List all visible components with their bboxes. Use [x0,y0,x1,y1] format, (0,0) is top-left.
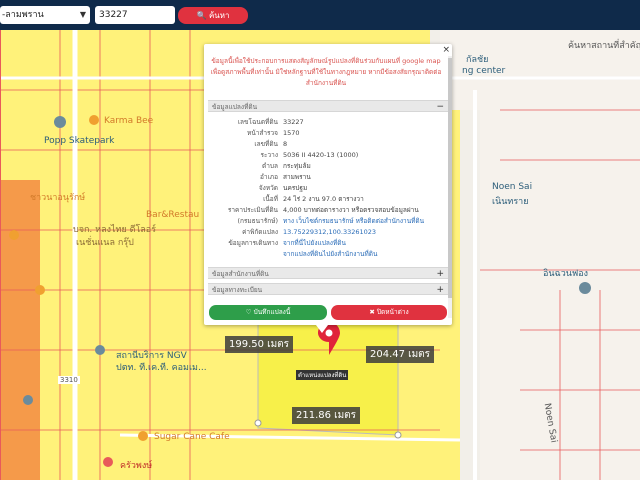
search-icon: 🔍 [196,11,207,20]
info-row: เลขที่ดิน 8 [208,139,448,149]
section-registry-title: ข้อมูลทางทะเบียน [212,286,263,294]
info-key: ระวาง [260,151,278,159]
info-row: จากแปลงที่ดินไปยังสำนักงานที่ดิน [208,249,448,259]
section-parcel-header[interactable]: ข้อมูลแปลงที่ดิน − [208,100,448,112]
poi-pin-karma[interactable] [89,115,99,125]
close-icon[interactable]: × [442,45,450,55]
poi-pin-restaurant[interactable] [103,457,113,467]
info-key: จังหวัด [258,184,278,192]
chevron-down-icon: ▼ [79,10,86,19]
zone-orange [0,180,40,480]
poi-label: เนินทราย [492,197,529,207]
parcel-vertex[interactable] [394,431,402,439]
poi-label: บจก. หลงไทย ดีโลอร์ [73,225,157,235]
treasury-link[interactable]: ทาง เว็บไซต์กรมธนารักษ์ หรือติดต่อสำนักง… [283,216,424,226]
info-value: สามพราน [283,173,311,181]
poi-pin-sugarcane[interactable] [138,431,148,441]
poi-label: ค้นหาสถานที่สำคัญ [568,41,640,51]
distance-label-east: 204.47 เมตร [366,346,435,363]
poi-label: Noen Sai [492,182,533,192]
search-button-label: ค้นหา [208,11,230,20]
section-parcel-title: ข้อมูลแปลงที่ดิน [212,103,258,111]
info-key: เนื้อที่ [263,195,278,203]
poi-label: Sugar Cane Cafe [154,432,230,442]
directions-to-office-link[interactable]: จากแปลงที่ดินไปยังสำนักงานที่ดิน [283,249,377,259]
info-row: จังหวัด นครปฐม [208,183,448,193]
info-key: ราคาประเมินที่ดิน [227,206,278,214]
distance-label-west: 199.50 เมตร [225,336,294,353]
distance-label-south: 211.86 เมตร [292,407,361,424]
popup-pointer [316,325,328,333]
expand-icon[interactable]: + [436,268,444,280]
poi-label: กัลชัย [466,55,489,65]
info-value: นครปฐม [283,184,308,192]
road-label: 3310 [58,376,80,384]
poi-pin-skatepark[interactable] [54,116,66,128]
info-row: (กรมธนารักษ์) ทาง เว็บไซต์กรมธนารักษ์ หรื… [208,216,448,226]
expand-icon[interactable]: + [436,284,444,296]
info-row: อำเภอ สามพราน [208,172,448,182]
poi-label: อินฉวนฟอง [543,269,589,279]
info-value: 5036 II 4420-13 (1000) [283,151,359,159]
poi-label: Popp Skatepark [44,136,115,146]
disclaimer-notice: ข้อมูลนี้เพื่อใช้ประกอบการแสดงสัญลักษณ์ร… [210,57,442,87]
parcel-label: ตำแหน่งแปลงที่ดิน [296,370,349,380]
search-button[interactable]: 🔍 ค้นหา [178,7,248,24]
parcel-info-popup: × ข้อมูลนี้เพื่อใช้ประกอบการแสดงสัญลักษณ… [204,44,452,325]
x-icon: ✖ [369,308,375,316]
collapse-icon[interactable]: − [436,101,444,113]
poi-label: เนชั่นแนล กรุ๊ป [76,238,134,248]
province-select[interactable]: -ลามพราน ▼ [0,6,90,24]
directions-to-parcel-link[interactable]: จากที่นี่ไปยังแปลงที่ดิน [283,238,346,248]
info-row: ตำบล กระทุ่มล้ม [208,161,448,171]
info-row: ข้อมูลการเดินทาง จากที่นี่ไปยังแปลงที่ดิน [208,238,448,248]
info-row: ค่าพิกัดแปลง 13.75229312,100.33261023 [208,227,448,237]
info-key: หน้าสำรวจ [247,129,278,137]
info-key: อำเภอ [260,173,278,181]
province-select-value: -ลามพราน [2,10,44,20]
poi-label: ครัวพงษ์ [120,461,153,471]
info-row: ระวาง 5036 II 4420-13 (1000) [208,150,448,160]
poi-label: Karma Bee [104,116,154,126]
poi-pin-ngv[interactable] [95,345,105,355]
info-key: ข้อมูลการเดินทาง [228,239,278,247]
info-value: 24 ไร่ 2 งาน 97.0 ตารางวา [283,195,364,203]
save-parcel-button[interactable]: ♡ บันทึกแปลงนี้ [209,305,327,320]
section-office-header[interactable]: ข้อมูลสำนักงานที่ดิน + [208,267,448,279]
parcel-vertex[interactable] [254,419,262,427]
close-window-button[interactable]: ✖ ปิดหน้าต่าง [331,305,447,320]
info-key: (กรมธนารักษ์) [237,217,278,225]
section-registry-header[interactable]: ข้อมูลทางทะเบียน + [208,283,448,295]
info-row: เนื้อที่ 24 ไร่ 2 งาน 97.0 ตารางวา [208,194,448,204]
info-key: เลขโฉนดที่ดิน [237,118,278,126]
poi-label: ชาวนาอนุรักษ์ [30,193,86,203]
info-value: 8 [283,140,288,148]
info-value: กระทุ่มล้ม [283,162,311,170]
scrollbar-thumb[interactable] [448,58,452,298]
info-key: เลขที่ดิน [254,140,278,148]
info-row: หน้าสำรวจ 1570 [208,128,448,138]
popup-scrollbar[interactable] [448,56,452,318]
poi-label: ปตท. ที.เค.ที. คอมเม... [116,363,207,373]
coordinates-link[interactable]: 13.75229312,100.33261023 [283,227,376,237]
info-row: ราคาประเมินที่ดิน 4,000 บาทต่อตารางวา หรื… [208,205,448,215]
parcel-number-input[interactable] [95,6,175,24]
section-office-title: ข้อมูลสำนักงานที่ดิน [212,270,269,278]
info-row: เลขโฉนดที่ดิน 33227 [208,117,448,127]
poi-label: Bar&Restau [146,210,200,220]
poi-pin-south[interactable] [23,395,33,405]
save-parcel-label: บันทึกแปลงนี้ [253,308,291,316]
info-value: 4,000 บาทต่อตารางวา หรือตรวจสอบข้อมูลผ่า… [283,206,419,214]
close-window-label: ปิดหน้าต่าง [376,308,409,316]
info-key: ค่าพิกัดแปลง [242,228,278,236]
info-value: 1570 [283,129,300,137]
poi-pin-east[interactable] [579,282,591,294]
poi-label: ng center [462,66,506,76]
poi-pin-orange[interactable] [35,285,45,295]
top-search-bar: -ลามพราน ▼ 🔍 ค้นหา [0,0,640,30]
poi-pin-bar[interactable] [9,230,19,240]
heart-icon: ♡ [245,308,252,316]
info-key: ตำบล [262,162,278,170]
info-value: 33227 [283,118,304,126]
